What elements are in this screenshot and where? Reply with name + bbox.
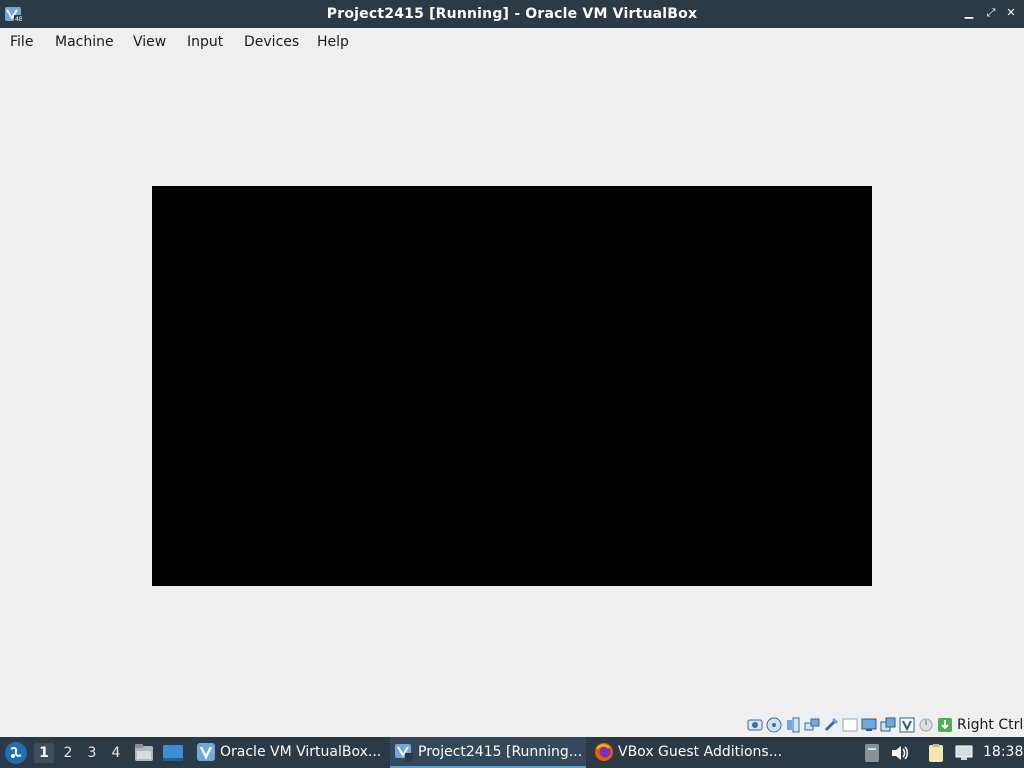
firefox-icon: [595, 743, 613, 761]
window-title: Project2415 [Running] - Oracle VM Virtua…: [326, 6, 698, 22]
keyboard-capture-icon[interactable]: [937, 717, 953, 733]
workspace-1[interactable]: 1: [34, 743, 54, 763]
start-menu-icon[interactable]: [4, 741, 28, 765]
optical-drive-icon[interactable]: [766, 717, 782, 733]
close-button[interactable]: ✕: [1004, 6, 1018, 20]
menu-devices[interactable]: Devices: [244, 34, 299, 50]
menu-file[interactable]: File: [10, 34, 33, 50]
title-bar: 4B Project2415 [Running] - Oracle VM Vir…: [0, 0, 1024, 28]
workspace-3[interactable]: 3: [82, 743, 102, 763]
show-desktop-icon[interactable]: [162, 742, 184, 764]
virtualbox-icon: [197, 743, 215, 761]
clock[interactable]: 18:38: [983, 744, 1023, 760]
audio-icon[interactable]: [785, 717, 801, 733]
keyboard-layout-icon[interactable]: [862, 743, 882, 763]
network-status-icon[interactable]: [954, 743, 974, 763]
guest-display[interactable]: [152, 186, 872, 586]
workspace-4[interactable]: 4: [106, 743, 126, 763]
menu-bar: File Machine View Input Devices Help: [0, 28, 1024, 56]
mouse-integration-icon[interactable]: [918, 717, 934, 733]
vm-window-icon: [395, 744, 413, 761]
network-icon[interactable]: [804, 717, 820, 733]
clipboard-icon[interactable]: [926, 743, 946, 763]
task-virtualbox-manager[interactable]: Oracle VM VirtualBox...: [192, 737, 386, 768]
task-firefox[interactable]: VBox Guest Additions...: [590, 737, 790, 768]
shared-folders-icon[interactable]: [842, 717, 858, 733]
minimize-button[interactable]: ▁: [962, 6, 976, 20]
task-label: Project2415 [Running...: [418, 744, 583, 760]
file-manager-icon[interactable]: [133, 742, 155, 764]
hard-disk-icon[interactable]: [747, 717, 763, 733]
menu-help[interactable]: Help: [317, 34, 349, 50]
host-key-label: Right Ctrl: [957, 717, 1024, 733]
usb-icon[interactable]: [823, 717, 839, 733]
taskbar: 1 2 3 4 Oracle VM VirtualBox... Project2…: [0, 737, 1024, 768]
task-label: VBox Guest Additions...: [618, 744, 783, 760]
task-vm-window[interactable]: Project2415 [Running...: [390, 737, 586, 768]
vt-x-icon[interactable]: [899, 717, 915, 733]
workspace-2[interactable]: 2: [58, 743, 78, 763]
recording-icon[interactable]: [880, 717, 896, 733]
maximize-button[interactable]: ⤢: [984, 6, 998, 20]
menu-machine[interactable]: Machine: [55, 34, 114, 50]
menu-view[interactable]: View: [133, 34, 166, 50]
display-icon[interactable]: [861, 717, 877, 733]
volume-icon[interactable]: [890, 743, 910, 763]
task-label: Oracle VM VirtualBox...: [220, 744, 382, 760]
menu-input[interactable]: Input: [187, 34, 223, 50]
